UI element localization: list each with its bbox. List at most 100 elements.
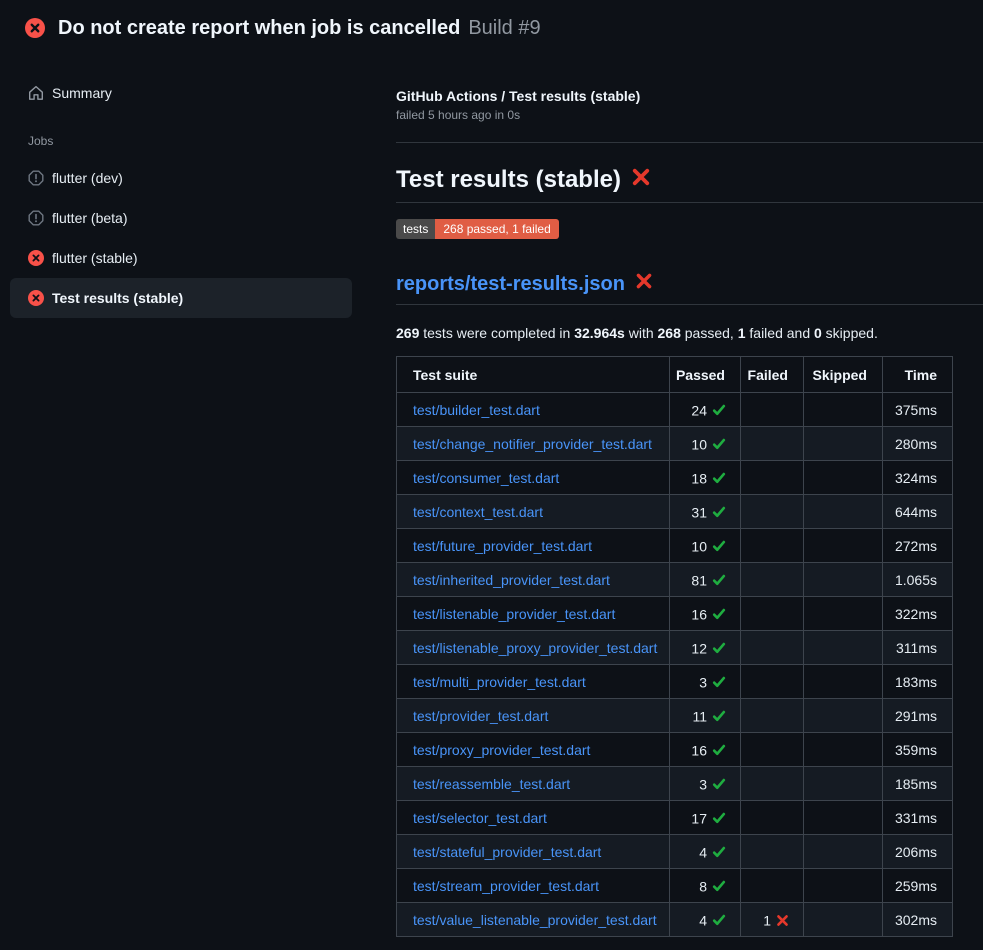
summary-text: failed and bbox=[746, 325, 815, 341]
table-row: test/proxy_provider_test.dart16359ms bbox=[397, 733, 953, 767]
x-circle-icon bbox=[28, 290, 44, 306]
table-row: test/context_test.dart31644ms bbox=[397, 495, 953, 529]
stop-icon bbox=[28, 210, 44, 226]
test-suite-link[interactable]: test/value_listenable_provider_test.dart bbox=[413, 912, 657, 928]
stop-icon bbox=[28, 170, 44, 186]
skipped-cell bbox=[804, 495, 883, 529]
column-header-failed: Failed bbox=[741, 357, 804, 393]
table-header-row: Test suite Passed Failed Skipped Time bbox=[397, 357, 953, 393]
test-suite-link[interactable]: test/inherited_provider_test.dart bbox=[413, 572, 610, 588]
time-cell: 291ms bbox=[883, 699, 953, 733]
section-title-text: Test results (stable) bbox=[396, 165, 621, 195]
test-suite-link[interactable]: test/future_provider_test.dart bbox=[413, 538, 592, 554]
sidebar-job-item-4[interactable]: Test results (stable) bbox=[10, 278, 352, 318]
green-check-icon bbox=[712, 573, 726, 587]
table-row: test/multi_provider_test.dart3183ms bbox=[397, 665, 953, 699]
test-suite-link[interactable]: test/selector_test.dart bbox=[413, 810, 547, 826]
failed-cell bbox=[741, 733, 804, 767]
test-suite-link[interactable]: test/provider_test.dart bbox=[413, 708, 548, 724]
badge-label: tests bbox=[396, 219, 435, 239]
green-check-icon bbox=[712, 505, 726, 519]
green-check-icon bbox=[712, 403, 726, 417]
skipped-cell bbox=[804, 393, 883, 427]
jobs-list: flutter (dev) flutter (beta) flutter (stab… bbox=[10, 158, 352, 318]
test-suite-link[interactable]: test/listenable_provider_test.dart bbox=[413, 606, 615, 622]
skipped-cell bbox=[804, 631, 883, 665]
report-file-link[interactable]: reports/test-results.json bbox=[396, 271, 625, 297]
table-row: test/listenable_provider_test.dart 16 322m… bbox=[397, 597, 953, 631]
sidebar-item-summary[interactable]: Summary bbox=[10, 78, 352, 108]
summary-number: 269 bbox=[396, 325, 419, 341]
skipped-cell bbox=[804, 529, 883, 563]
test-suite-link[interactable]: test/context_test.dart bbox=[413, 504, 543, 520]
passed-cell: 11 bbox=[670, 699, 741, 733]
summary-number: 32.964s bbox=[574, 325, 625, 341]
run-meta: failed 5 hours ago in 0s bbox=[396, 106, 983, 124]
time-cell: 324ms bbox=[883, 461, 953, 495]
green-check-icon bbox=[712, 743, 726, 757]
failed-x-circle-icon bbox=[25, 18, 45, 38]
skipped-cell bbox=[804, 903, 883, 937]
test-suite-link[interactable]: test/consumer_test.dart bbox=[413, 470, 559, 486]
x-circle-icon bbox=[28, 250, 44, 266]
sidebar-job-item-1[interactable]: flutter (dev) bbox=[10, 158, 352, 198]
failed-cell bbox=[741, 427, 804, 461]
report-title: reports/test-results.json bbox=[396, 271, 983, 305]
summary-number: 1 bbox=[738, 325, 746, 341]
tests-status-badge: tests 268 passed, 1 failed bbox=[396, 219, 559, 239]
summary-text: skipped. bbox=[822, 325, 878, 341]
failed-cell bbox=[741, 767, 804, 801]
passed-cell: 16 bbox=[670, 597, 741, 631]
failed-cell bbox=[741, 801, 804, 835]
passed-cell: 10 bbox=[670, 427, 741, 461]
time-cell: 311ms bbox=[883, 631, 953, 665]
table-row: test/consumer_test.dart18324ms bbox=[397, 461, 953, 495]
failed-cell bbox=[741, 869, 804, 903]
passed-cell: 17 bbox=[670, 801, 741, 835]
job-item-label: flutter (beta) bbox=[52, 210, 127, 226]
section-title: Test results (stable) bbox=[396, 165, 983, 203]
summary-text: tests were completed in bbox=[419, 325, 574, 341]
time-cell: 322ms bbox=[883, 597, 953, 631]
test-suite-link[interactable]: test/builder_test.dart bbox=[413, 402, 540, 418]
test-suite-cell: test/proxy_provider_test.dart bbox=[397, 733, 670, 767]
sidebar-job-item-3[interactable]: flutter (stable) bbox=[10, 238, 352, 278]
table-row: test/value_listenable_provider_test.dart… bbox=[397, 903, 953, 937]
table-row: test/stream_provider_test.dart8259ms bbox=[397, 869, 953, 903]
test-suite-cell: test/consumer_test.dart bbox=[397, 461, 670, 495]
column-header-passed: Passed bbox=[670, 357, 741, 393]
run-sidebar: Summary Jobs flutter (dev) flutter (beta)… bbox=[10, 56, 352, 318]
test-summary-line: 269 tests were completed in 32.964s with… bbox=[396, 323, 983, 343]
skipped-cell bbox=[804, 699, 883, 733]
failed-cell bbox=[741, 631, 804, 665]
table-row: test/inherited_provider_test.dart811.065… bbox=[397, 563, 953, 597]
time-cell: 259ms bbox=[883, 869, 953, 903]
time-cell: 359ms bbox=[883, 733, 953, 767]
jobs-section-heading: Jobs bbox=[28, 134, 352, 148]
test-suite-cell: test/listenable_provider_test.dart bbox=[397, 597, 670, 631]
test-suite-cell: test/builder_test.dart bbox=[397, 393, 670, 427]
test-suite-link[interactable]: test/stream_provider_test.dart bbox=[413, 878, 599, 894]
summary-number: 0 bbox=[814, 325, 822, 341]
summary-number: 268 bbox=[658, 325, 681, 341]
green-check-icon bbox=[712, 471, 726, 485]
passed-cell: 3 bbox=[670, 665, 741, 699]
test-suite-link[interactable]: test/stateful_provider_test.dart bbox=[413, 844, 601, 860]
skipped-cell bbox=[804, 461, 883, 495]
job-item-label: flutter (dev) bbox=[52, 170, 123, 186]
test-suite-cell: test/change_notifier_provider_test.dart bbox=[397, 427, 670, 461]
test-suite-link[interactable]: test/proxy_provider_test.dart bbox=[413, 742, 590, 758]
green-check-icon bbox=[712, 641, 726, 655]
sidebar-job-item-2[interactable]: flutter (beta) bbox=[10, 198, 352, 238]
time-cell: 375ms bbox=[883, 393, 953, 427]
test-suite-link[interactable]: test/listenable_proxy_provider_test.dart bbox=[413, 640, 657, 656]
test-suite-link[interactable]: test/reassemble_test.dart bbox=[413, 776, 570, 792]
test-suite-cell: test/selector_test.dart bbox=[397, 801, 670, 835]
failed-cell bbox=[741, 597, 804, 631]
test-suite-link[interactable]: test/multi_provider_test.dart bbox=[413, 674, 586, 690]
time-cell: 302ms bbox=[883, 903, 953, 937]
test-suite-cell: test/reassemble_test.dart bbox=[397, 767, 670, 801]
job-item-label: Test results (stable) bbox=[52, 290, 183, 306]
test-suite-link[interactable]: test/change_notifier_provider_test.dart bbox=[413, 436, 652, 452]
skipped-cell bbox=[804, 665, 883, 699]
